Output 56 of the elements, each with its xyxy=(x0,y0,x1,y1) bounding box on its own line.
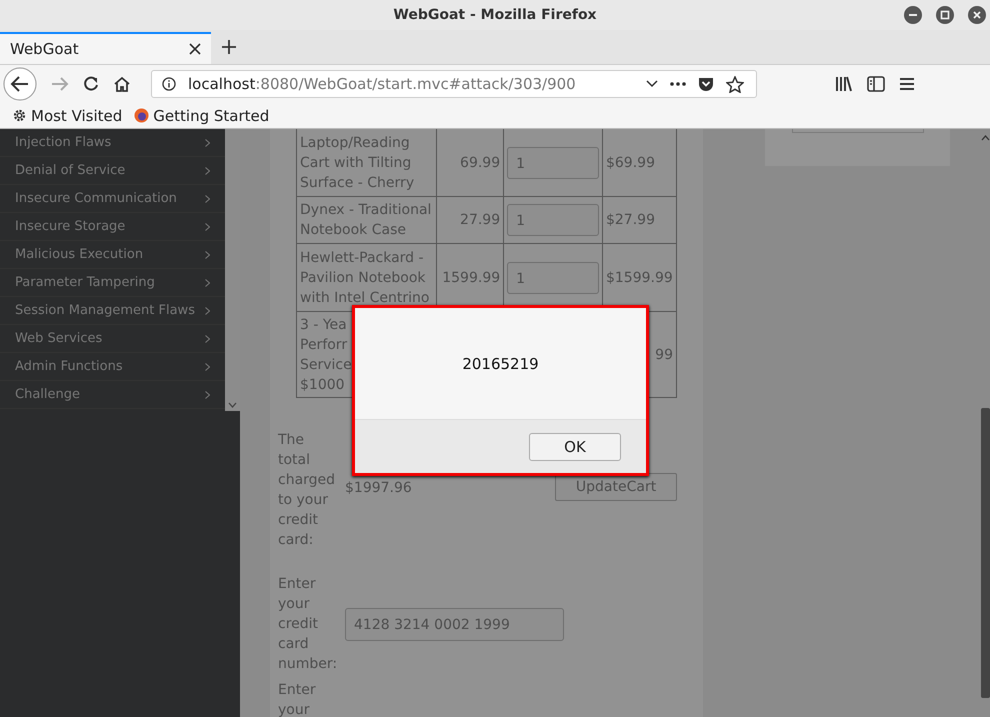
url-text: localhost:8080/WebGoat/start.mvc#attack/303/900 xyxy=(188,75,576,93)
field-label: The total charged to your credit card: xyxy=(278,431,336,550)
sidebar-icon[interactable] xyxy=(867,76,885,92)
minimize-icon[interactable] xyxy=(904,6,922,24)
gear-icon xyxy=(12,108,27,123)
browser-tab[interactable]: WebGoat xyxy=(0,32,211,64)
chevron-icon xyxy=(205,334,210,342)
star-icon[interactable] xyxy=(726,76,744,92)
total-amount: $1997.96 xyxy=(345,479,413,498)
globe-icon xyxy=(134,108,150,123)
chevron-icon xyxy=(205,278,210,286)
field-label: Enter your credit card number: xyxy=(278,575,338,674)
chevron-icon xyxy=(205,390,210,398)
price-text: 1599.99 xyxy=(442,270,500,286)
chevron-icon xyxy=(205,222,210,230)
new-tab-icon[interactable] xyxy=(221,39,237,55)
menu-icon[interactable] xyxy=(899,77,915,91)
total-text: $1599.99 xyxy=(606,270,673,286)
update-cart-button[interactable]: UpdateCart xyxy=(555,473,677,501)
dialog-message: 20165219 xyxy=(355,308,646,419)
close-icon[interactable] xyxy=(189,43,201,55)
scroll-up-icon[interactable] xyxy=(980,135,990,141)
bookmark-item[interactable]: Most Visited xyxy=(12,106,122,124)
total-text: $27.99 xyxy=(606,212,655,228)
product-name: Dynex - Traditional Notebook Case xyxy=(296,196,437,244)
address-bar[interactable]: localhost:8080/WebGoat/start.mvc#attack/303/900 xyxy=(151,70,757,98)
quantity-field[interactable]: 1 xyxy=(507,146,599,178)
chevron-icon xyxy=(205,306,210,314)
price-text: 27.99 xyxy=(460,212,500,228)
scroll-down-icon[interactable] xyxy=(228,402,237,408)
chevron-icon xyxy=(205,362,210,370)
close-icon[interactable] xyxy=(968,6,986,24)
more-icon[interactable] xyxy=(670,82,686,86)
home-icon[interactable] xyxy=(113,76,131,92)
bookmark-item[interactable]: Getting Started xyxy=(134,106,270,124)
card-number-field[interactable]: 4128 3214 0002 1999 xyxy=(345,608,564,640)
scrollbar-thumb[interactable] xyxy=(980,408,990,698)
quantity-field[interactable]: 1 xyxy=(507,262,599,294)
window-title: WebGoat - Mozilla Firefox xyxy=(393,7,597,23)
chevron-icon xyxy=(205,194,210,202)
reload-icon[interactable] xyxy=(83,76,99,92)
chevron-icon xyxy=(205,138,210,146)
quantity-field[interactable]: 1 xyxy=(507,204,599,236)
field-label: Enter your xyxy=(278,681,317,717)
chevron-icon xyxy=(205,166,210,174)
dropdown-caret-icon[interactable] xyxy=(646,80,658,88)
total-text: $69.99 xyxy=(606,154,655,170)
library-icon[interactable] xyxy=(835,76,853,92)
total-text: 99 xyxy=(655,346,673,362)
back-icon[interactable] xyxy=(3,67,37,101)
ok-button[interactable]: OK xyxy=(529,432,621,460)
price-text: 69.99 xyxy=(460,154,500,170)
product-name: Laptop/Reading Cart with Tilting Surface - Cherry xyxy=(296,129,437,196)
chevron-icon xyxy=(205,250,210,258)
info-icon xyxy=(162,77,176,91)
maximize-icon[interactable] xyxy=(936,6,954,24)
